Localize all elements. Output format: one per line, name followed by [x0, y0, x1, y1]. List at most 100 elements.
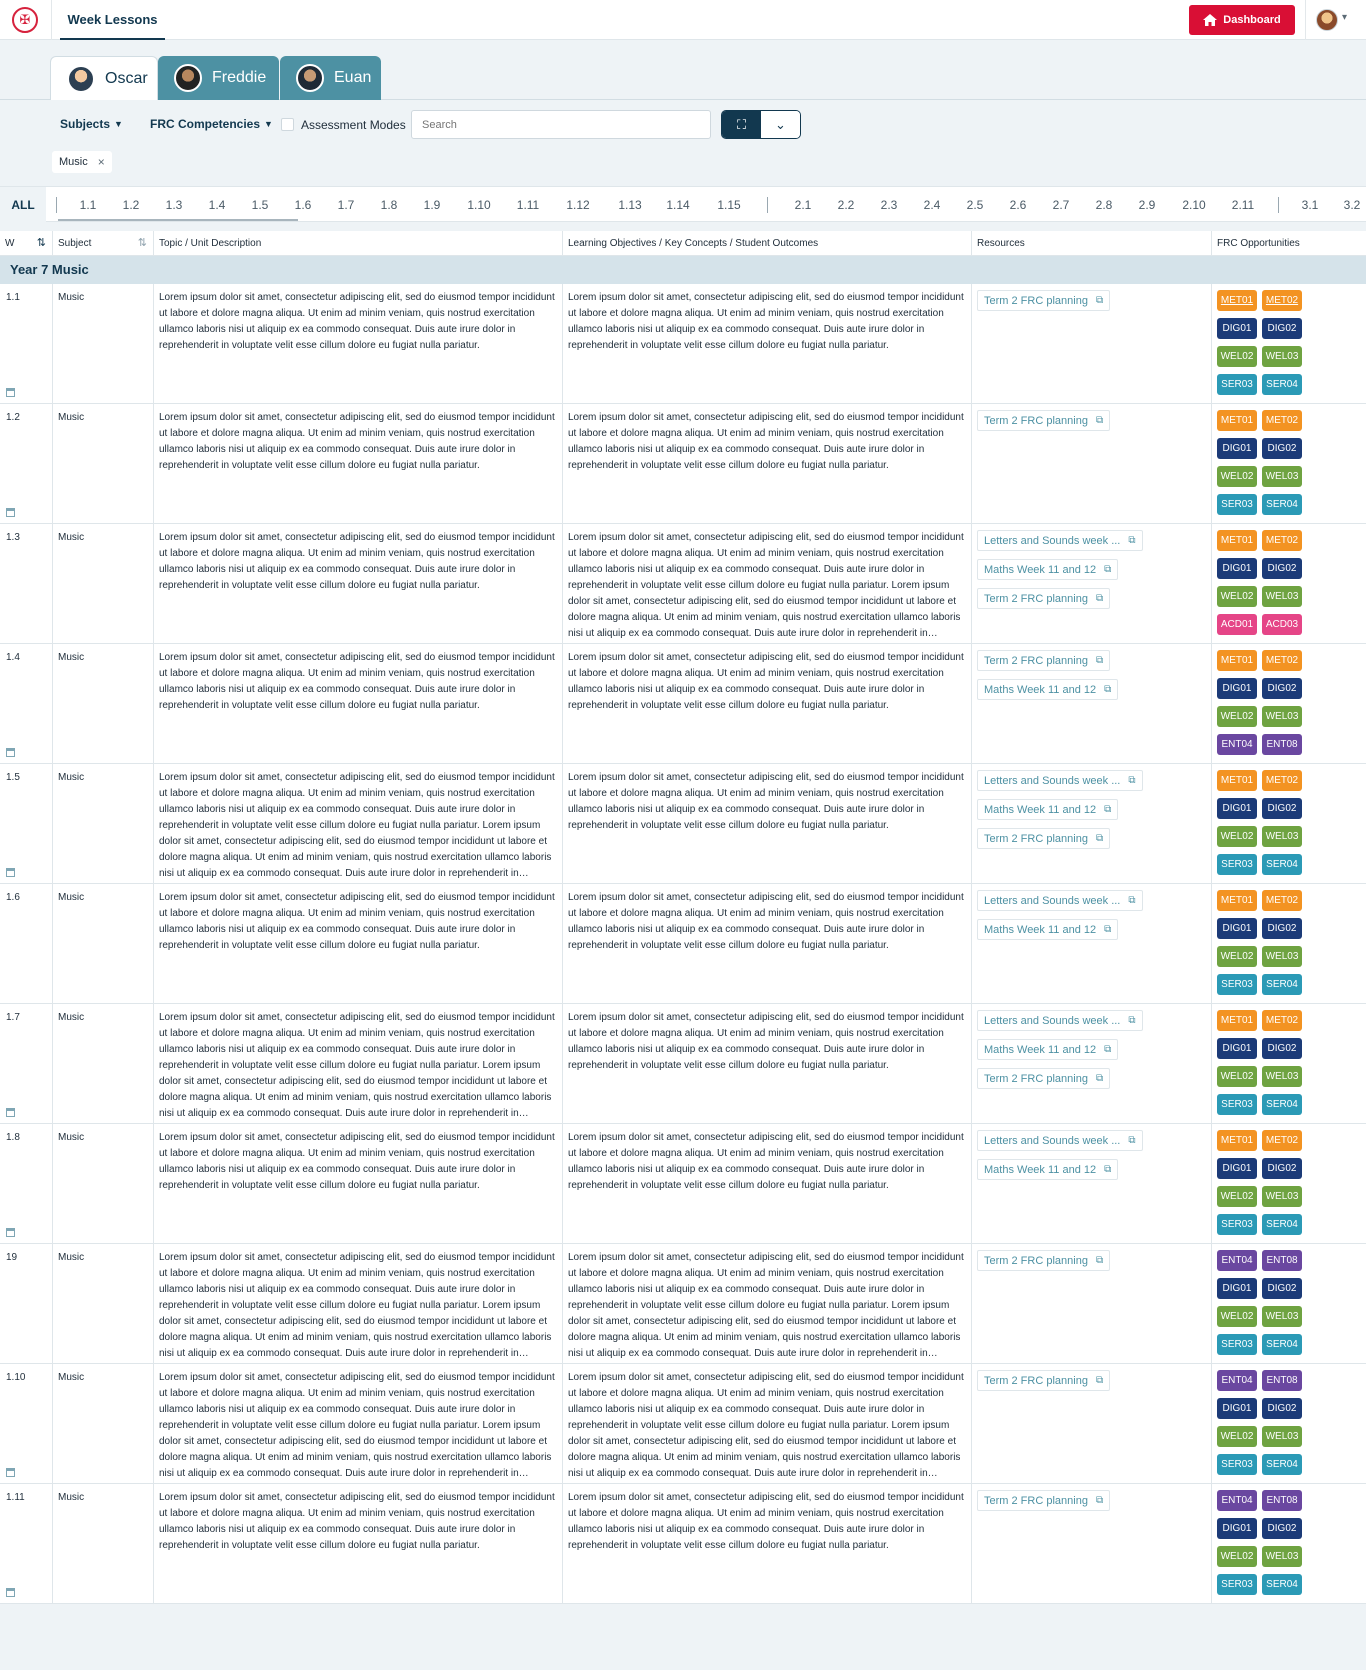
week-tab[interactable]: 1.1 [68, 187, 108, 223]
resource-link[interactable]: Maths Week 11 and 12 ⧉ [977, 799, 1119, 820]
week-tab[interactable]: 2.10 [1174, 187, 1214, 223]
table-row[interactable]: 1.2 Music Lorem ipsum dolor sit amet, cons… [0, 404, 1366, 524]
frc-badge[interactable]: DIG01 [1217, 678, 1257, 699]
frc-badge[interactable]: DIG02 [1262, 918, 1302, 939]
frc-badge[interactable]: ENT08 [1262, 734, 1302, 755]
week-tab[interactable]: 2.7 [1041, 187, 1081, 223]
calendar-icon[interactable] [6, 1228, 15, 1237]
resource-link[interactable]: Term 2 FRC planning ⧉ [977, 828, 1111, 849]
frc-badge[interactable]: MET02 [1262, 770, 1302, 791]
calendar-icon[interactable] [6, 388, 15, 397]
frc-badge[interactable]: MET01 [1217, 1010, 1257, 1031]
week-tab[interactable]: 1.13 [610, 187, 650, 223]
frc-badge[interactable]: SER03 [1217, 974, 1257, 995]
frc-badge[interactable]: WEL02 [1217, 466, 1257, 487]
resource-link[interactable]: Letters and Sounds week ... ⧉ [977, 1010, 1143, 1031]
resource-link[interactable]: Letters and Sounds week ... ⧉ [977, 1130, 1143, 1151]
frc-badge[interactable]: WEL02 [1217, 826, 1257, 847]
table-row[interactable]: 1.10 Music Lorem ipsum dolor sit amet, con… [0, 1364, 1366, 1484]
user-avatar[interactable] [1316, 9, 1338, 31]
frc-badge[interactable]: DIG01 [1217, 318, 1257, 339]
frc-badge[interactable]: MET02 [1262, 1130, 1302, 1151]
frc-badge[interactable]: MET01 [1217, 530, 1257, 551]
week-tab[interactable]: 1.12 [558, 187, 598, 223]
week-tab[interactable]: 2.2 [826, 187, 866, 223]
frc-badge[interactable]: DIG01 [1217, 1278, 1257, 1299]
frc-badge[interactable]: ENT08 [1262, 1250, 1302, 1271]
frc-badge[interactable]: SER04 [1262, 494, 1302, 515]
frc-badge[interactable]: MET02 [1262, 1010, 1302, 1031]
frc-badge[interactable]: DIG02 [1262, 558, 1302, 579]
resource-link[interactable]: Term 2 FRC planning ⧉ [977, 290, 1111, 311]
assessment-modes-checkbox[interactable] [281, 118, 294, 131]
frc-badge[interactable]: WEL03 [1262, 466, 1302, 487]
week-tab[interactable]: 1.8 [369, 187, 409, 223]
frc-badge[interactable]: SER03 [1217, 494, 1257, 515]
week-tab[interactable]: 2.9 [1127, 187, 1167, 223]
close-icon[interactable]: × [98, 155, 105, 169]
week-tab[interactable]: 2.1 [783, 187, 823, 223]
header-week[interactable]: W ⇅ [0, 231, 53, 256]
frc-badge[interactable]: SER03 [1217, 1094, 1257, 1115]
frc-badge[interactable]: DIG01 [1217, 438, 1257, 459]
tab-student-euan[interactable]: Euan [280, 56, 381, 100]
frc-badge[interactable]: WEL02 [1217, 1186, 1257, 1207]
frc-badge[interactable]: MET02 [1262, 890, 1302, 911]
frc-badge[interactable]: DIG01 [1217, 918, 1257, 939]
table-row[interactable]: 19 Music Lorem ipsum dolor sit amet, conse… [0, 1244, 1366, 1364]
frc-badge[interactable]: ENT08 [1262, 1370, 1302, 1391]
frc-badge[interactable]: WEL03 [1262, 1306, 1302, 1327]
frc-badge[interactable]: WEL03 [1262, 346, 1302, 367]
collapse-all-button[interactable]: ⌄ [761, 111, 800, 138]
frc-badge[interactable]: WEL03 [1262, 1186, 1302, 1207]
week-tab[interactable]: 3.2 [1332, 187, 1366, 223]
frc-badge[interactable]: ENT04 [1217, 1250, 1257, 1271]
chevron-down-icon[interactable]: ▾ [1342, 12, 1347, 23]
school-crest-logo[interactable]: ✠ [12, 7, 38, 33]
week-tab[interactable]: 1.5 [240, 187, 280, 223]
table-row[interactable]: 1.8 Music Lorem ipsum dolor sit amet, cons… [0, 1124, 1366, 1244]
table-row[interactable]: 1.1 Music Lorem ipsum dolor sit amet, cons… [0, 284, 1366, 404]
resource-link[interactable]: Maths Week 11 and 12 ⧉ [977, 1039, 1119, 1060]
frc-badge[interactable]: SER04 [1262, 1094, 1302, 1115]
table-row[interactable]: 1.4 Music Lorem ipsum dolor sit amet, cons… [0, 644, 1366, 764]
week-tab[interactable]: 3.1 [1290, 187, 1330, 223]
frc-badge[interactable]: DIG01 [1217, 1518, 1257, 1539]
frc-badge[interactable]: MET02 [1262, 650, 1302, 671]
resource-link[interactable]: Letters and Sounds week ... ⧉ [977, 770, 1143, 791]
frc-badge[interactable]: WEL03 [1262, 1546, 1302, 1567]
resource-link[interactable]: Maths Week 11 and 12 ⧉ [977, 919, 1119, 940]
frc-badge[interactable]: MET02 [1262, 410, 1302, 431]
frc-badge[interactable]: DIG02 [1262, 798, 1302, 819]
week-tab[interactable]: 1.6 [283, 187, 323, 223]
calendar-icon[interactable] [6, 1108, 15, 1117]
week-tab[interactable]: 1.10 [459, 187, 499, 223]
calendar-icon[interactable] [6, 748, 15, 757]
frc-badge[interactable]: WEL02 [1217, 706, 1257, 727]
resource-link[interactable]: Maths Week 11 and 12 ⧉ [977, 1159, 1119, 1180]
frc-badge[interactable]: SER03 [1217, 854, 1257, 875]
frc-badge[interactable]: WEL03 [1262, 586, 1302, 607]
frc-badge[interactable]: SER04 [1262, 854, 1302, 875]
frc-badge[interactable]: SER04 [1262, 374, 1302, 395]
resource-link[interactable]: Maths Week 11 and 12 ⧉ [977, 559, 1119, 580]
week-tab[interactable]: 2.4 [912, 187, 952, 223]
frc-badge[interactable]: SER03 [1217, 1454, 1257, 1475]
frc-badge[interactable]: WEL02 [1217, 1546, 1257, 1567]
week-tab[interactable]: 1.14 [658, 187, 698, 223]
week-tab[interactable]: 1.9 [412, 187, 452, 223]
week-tab[interactable]: 1.15 [709, 187, 749, 223]
sort-icon[interactable]: ⇅ [138, 231, 147, 256]
frc-badge[interactable]: SER03 [1217, 1334, 1257, 1355]
frc-badge[interactable]: ACD01 [1217, 614, 1257, 635]
frc-badge[interactable]: MET01 [1217, 410, 1257, 431]
frc-badge[interactable]: DIG01 [1217, 558, 1257, 579]
week-tab-all[interactable]: ALL [0, 187, 46, 223]
frc-badge[interactable]: WEL03 [1262, 706, 1302, 727]
frc-badge[interactable]: ENT04 [1217, 734, 1257, 755]
frc-badge[interactable]: SER03 [1217, 374, 1257, 395]
frc-badge[interactable]: MET01 [1217, 890, 1257, 911]
frc-badge[interactable]: DIG01 [1217, 798, 1257, 819]
frc-badge[interactable]: ENT04 [1217, 1370, 1257, 1391]
week-tab[interactable]: 2.5 [955, 187, 995, 223]
